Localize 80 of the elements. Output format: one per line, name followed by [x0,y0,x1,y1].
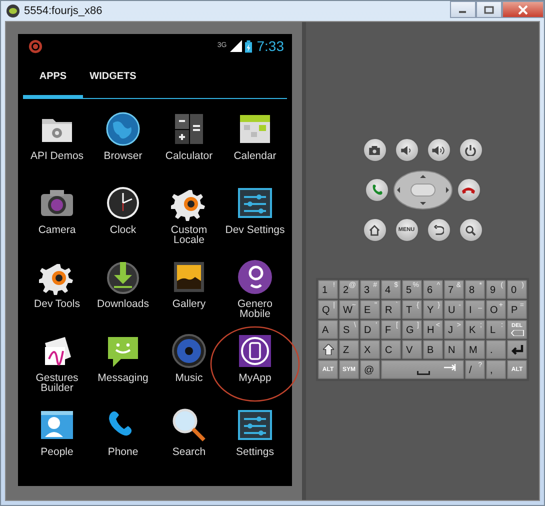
app-launcher[interactable]: Calculator [156,107,222,181]
globe-icon [105,111,141,147]
tab-arrow-icon [444,364,457,371]
call-button[interactable] [364,178,388,202]
app-launcher[interactable]: Downloads [90,255,156,329]
back-icon [433,224,444,236]
keyboard-key[interactable]: . [486,340,506,359]
search-button[interactable] [458,218,482,242]
back-button[interactable] [426,218,450,242]
app-launcher[interactable]: Clock [90,181,156,255]
keyboard-key[interactable]: X [360,340,380,359]
keyboard-key[interactable]: N [444,340,464,359]
android-icon [6,4,20,18]
keyboard-key[interactable]: Z [339,340,359,359]
search-icon [465,224,476,236]
keyboard-key[interactable]: , [486,360,506,379]
keyboard-key[interactable]: A [318,320,338,339]
notification-icon [28,38,43,54]
volume-up-button[interactable] [426,138,450,162]
keyboard-key[interactable]: @ [360,360,380,379]
hang-up-icon [462,186,475,194]
app-launcher[interactable]: Music [156,329,222,403]
keyboard-key[interactable]: C [381,340,401,359]
tab[interactable]: APPS [23,58,83,98]
signal-icon [230,40,242,52]
directional-pad[interactable] [392,170,452,210]
app-launcher[interactable]: Browser [90,107,156,181]
close-icon [518,4,528,14]
app-launcher[interactable]: Dev Tools [24,255,90,329]
volume-down-icon [401,146,412,154]
app-launcher[interactable]: Search [156,403,222,477]
clock-icon [105,185,141,221]
backspace-icon [510,330,524,336]
app-launcher[interactable]: API Demos [24,107,90,181]
home-icon [369,224,380,236]
app-launcher[interactable]: Settings [222,403,288,477]
shift-icon [322,344,334,355]
dpad-icon [392,170,452,210]
power-icon [465,144,476,156]
window-title: 5554:fourjs_x86 [24,5,102,17]
search-icon [171,407,207,443]
volume-up-icon [432,146,445,154]
camera-icon [369,146,380,154]
app-launcher[interactable]: Calendar [222,107,288,181]
app-launcher[interactable]: Gallery [156,255,222,329]
app-launcher[interactable]: People [24,403,90,477]
app-launcher[interactable]: Genero Mobile [222,255,288,329]
space-icon [416,371,430,375]
home-button[interactable] [362,218,386,242]
camera-button[interactable] [362,138,386,162]
enter-icon [510,344,524,354]
maximize-button[interactable] [476,1,502,18]
logo-icon [237,259,273,295]
shift-key[interactable] [318,340,338,359]
minimize-button[interactable] [450,1,476,18]
tab[interactable]: WIDGETS [83,58,143,98]
keyboard-key[interactable]: M [465,340,485,359]
battery-icon [244,40,252,52]
volume-down-button[interactable] [394,138,418,162]
enter-key[interactable] [507,340,527,359]
app-launcher[interactable]: Camera [24,181,90,255]
sliders-icon [237,407,273,443]
app-launcher[interactable]: Phone [90,403,156,477]
phone-icon [370,184,382,196]
app-launcher[interactable]: Dev Settings [222,181,288,255]
app-launcher[interactable]: Custom Locale [156,181,222,255]
app-launcher[interactable]: Gestures Builder [24,329,90,403]
sliders-icon [237,185,273,221]
landscape-icon [171,259,207,295]
maximize-icon [484,6,494,14]
download-icon [105,259,141,295]
end-call-button[interactable] [456,178,480,202]
clock-time: 7:33 [256,38,284,54]
speaker-icon [171,333,207,369]
smartphone-icon [237,333,273,369]
keyboard-key[interactable]: V [402,340,422,359]
close-button[interactable] [502,1,544,18]
keyboard-key[interactable]: B [423,340,443,359]
power-button[interactable] [458,138,482,162]
app-launcher[interactable]: Messaging [90,329,156,403]
